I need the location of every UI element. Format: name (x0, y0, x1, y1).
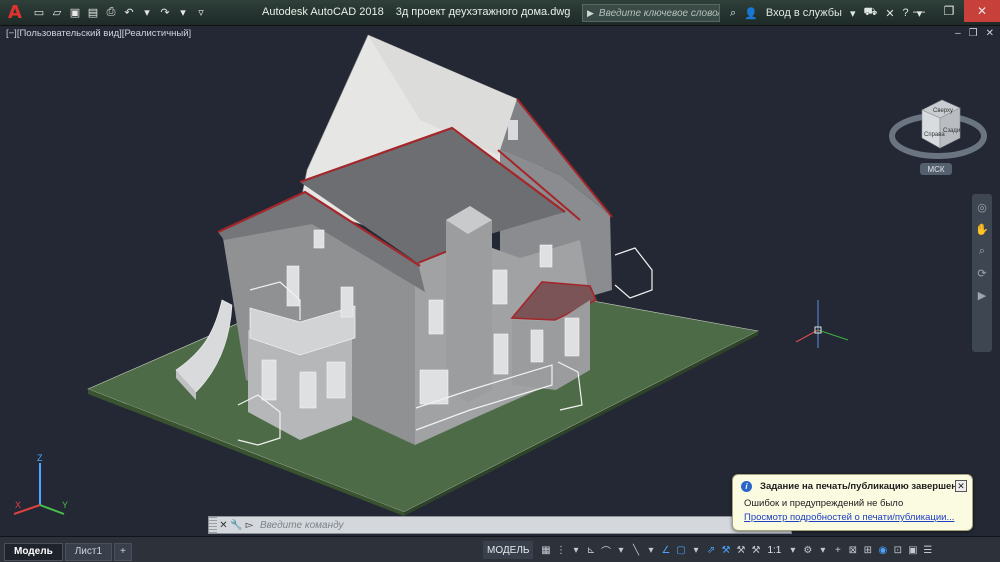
annotation-scale-value[interactable]: 1:1 (764, 545, 784, 556)
plus-icon[interactable]: + (831, 542, 844, 558)
app-name: Autodesk AutoCAD 2018 (262, 6, 384, 18)
undo-icon[interactable]: ↶ (121, 5, 137, 21)
drawing-viewport[interactable]: [−][Пользовательский вид][Реалистичный] … (0, 26, 1000, 536)
expand-arrow-icon[interactable]: ▶ (587, 8, 594, 19)
clean-screen-icon[interactable]: ▣ (906, 542, 919, 558)
notification-title: Задание на печать/публикацию завершено (760, 481, 963, 492)
annotation-visibility-icon[interactable]: ⚒ (719, 542, 732, 558)
svg-text:Z: Z (37, 453, 43, 463)
quick-access-toolbar: ▭ ▱ ▣ ▤ ⎙ ↶ ▾ ↷ ▾ ▿ (30, 0, 210, 26)
model-space-button[interactable]: МОДЕЛЬ (483, 541, 534, 559)
snap-dropdown-icon[interactable]: ▾ (569, 542, 582, 558)
command-input[interactable]: Введите команду (260, 518, 778, 532)
crosshair-cursor (795, 300, 849, 348)
isodraft-icon[interactable]: ╲ (629, 542, 642, 558)
window-controls: — ❐ ✕ (904, 0, 1000, 26)
tab-layout1[interactable]: Лист1 (64, 542, 113, 561)
object-snap-icon[interactable]: ▢ (674, 542, 687, 558)
search-input[interactable]: ▶ Введите ключевое слово/фразу (582, 4, 720, 22)
info-icon: i (741, 481, 752, 492)
add-layout-tab[interactable]: + (114, 542, 132, 561)
viewcube[interactable]: Сверху Справа Сзади (888, 74, 988, 174)
signin-button[interactable]: Вход в службы (766, 7, 842, 19)
redo-icon[interactable]: ↷ (157, 5, 173, 21)
annotation-scale-icon[interactable]: ⚒ (749, 542, 762, 558)
document-name: 3д проект деухэтажного дома.dwg (395, 6, 571, 18)
ortho-icon[interactable]: ⊾ (584, 542, 597, 558)
close-icon[interactable]: ✕ (964, 0, 1000, 22)
steering-wheel-icon[interactable]: ◎ (975, 200, 989, 214)
command-line: ✕ 🔧 ▻ Введите команду ▴ (208, 516, 792, 534)
command-prompt-icon[interactable]: ▻ (243, 517, 256, 533)
autocad-window: A ▭ ▱ ▣ ▤ ⎙ ↶ ▾ ↷ ▾ ▿ Autodesk AutoCAD 2… (0, 0, 1000, 562)
showmotion-icon[interactable]: ▶ (975, 288, 989, 302)
notification-message: Ошибок и предупреждений не было (744, 498, 904, 509)
minimize-icon[interactable]: — (904, 0, 934, 22)
exchange-icon[interactable]: ✕ (885, 7, 894, 20)
ucs-icon: Z X Y (13, 453, 68, 515)
viewcube-top-label[interactable]: Сверху (933, 108, 953, 114)
status-bar: Модель Лист1 + МОДЕЛЬ ▦ ⋮ ▾ ⊾ ⌒ ▾ ╲ ▾ ∠ … (0, 536, 1000, 562)
signin-dropdown-icon[interactable]: ▾ (850, 7, 856, 20)
print-icon[interactable]: ⎙ (103, 5, 119, 21)
redo-dropdown-icon[interactable]: ▾ (175, 5, 191, 21)
notification-close-icon[interactable]: ✕ (955, 480, 967, 492)
zoom-icon[interactable]: ⌕ (975, 244, 989, 258)
window-title: Autodesk AutoCAD 2018 3д проект деухэтажн… (262, 6, 582, 18)
layout-tabs: Модель Лист1 + (4, 539, 134, 561)
print-notification-balloon: i Задание на печать/публикацию завершено… (732, 474, 973, 531)
status-tools: МОДЕЛЬ ▦ ⋮ ▾ ⊾ ⌒ ▾ ╲ ▾ ∠ ▢ ▾ ⇗ ⚒ ⚒ ⚒ 1:1… (483, 539, 934, 561)
navigation-bar: ◎ ✋ ⌕ ⟳ ▶ (972, 194, 992, 352)
restore-icon[interactable]: ❐ (934, 0, 964, 22)
isodraft-dropdown-icon[interactable]: ▾ (644, 542, 657, 558)
quick-properties-icon[interactable]: ⊞ (861, 542, 874, 558)
polar-dropdown-icon[interactable]: ▾ (614, 542, 627, 558)
object-snap-dropdown-icon[interactable]: ▾ (689, 542, 702, 558)
lineweight-icon[interactable]: ⇗ (704, 542, 717, 558)
open-file-icon[interactable]: ▱ (49, 5, 65, 21)
snap-icon[interactable]: ⋮ (554, 542, 567, 558)
customization-menu-icon[interactable]: ☰ (921, 542, 934, 558)
user-icon: 👤 (744, 7, 758, 20)
workspace-dropdown-icon[interactable]: ▾ (816, 542, 829, 558)
command-close-icon[interactable]: ✕ (217, 517, 230, 533)
grid-icon[interactable]: ▦ (539, 542, 552, 558)
title-bar: A ▭ ▱ ▣ ▤ ⎙ ↶ ▾ ↷ ▾ ▿ Autodesk AutoCAD 2… (0, 0, 1000, 26)
save-icon[interactable]: ▣ (67, 5, 83, 21)
infocenter: ⌕ 👤 Вход в службы ▾ ⛟ ✕ ? ▾ (726, 3, 926, 23)
notification-title-row: i Задание на печать/публикацию завершено (741, 481, 964, 492)
workspace-gear-icon[interactable]: ⚙ (801, 542, 814, 558)
tab-model[interactable]: Модель (4, 542, 63, 561)
polar-icon[interactable]: ⌒ (599, 542, 612, 558)
svg-text:Y: Y (62, 500, 68, 510)
viewcube-side-label[interactable]: Сзади (943, 128, 960, 134)
save-as-icon[interactable]: ▤ (85, 5, 101, 21)
new-file-icon[interactable]: ▭ (31, 5, 47, 21)
binoculars-icon[interactable]: ⌕ (730, 7, 736, 20)
command-customize-icon[interactable]: 🔧 (230, 517, 243, 533)
customize-qat-icon[interactable]: ▿ (193, 5, 209, 21)
pan-hand-icon[interactable]: ✋ (975, 222, 989, 236)
units-icon[interactable]: ⊠ (846, 542, 859, 558)
autocad-logo-icon: A (8, 2, 22, 23)
cart-icon[interactable]: ⛟ (863, 6, 877, 20)
chimney (446, 206, 492, 402)
orbit-icon[interactable]: ⟳ (975, 266, 989, 280)
undo-dropdown-icon[interactable]: ▾ (139, 5, 155, 21)
svg-text:X: X (15, 500, 21, 510)
application-menu-button[interactable]: A (0, 0, 30, 26)
3d-house-model: Z X Y (13, 34, 849, 516)
auto-scale-icon[interactable]: ⚒ (734, 542, 747, 558)
object-snap-tracking-icon[interactable]: ∠ (659, 542, 672, 558)
command-line-grip[interactable] (209, 517, 217, 533)
scale-dropdown-icon[interactable]: ▾ (786, 542, 799, 558)
isolate-objects-icon[interactable]: ◉ (876, 542, 889, 558)
wcs-menu-button[interactable]: МСК (920, 163, 952, 175)
notification-details-link[interactable]: Просмотр подробностей о печати/публикаци… (744, 512, 964, 523)
search-placeholder: Введите ключевое слово/фразу (598, 7, 719, 19)
hardware-acceleration-icon[interactable]: ⊡ (891, 542, 904, 558)
